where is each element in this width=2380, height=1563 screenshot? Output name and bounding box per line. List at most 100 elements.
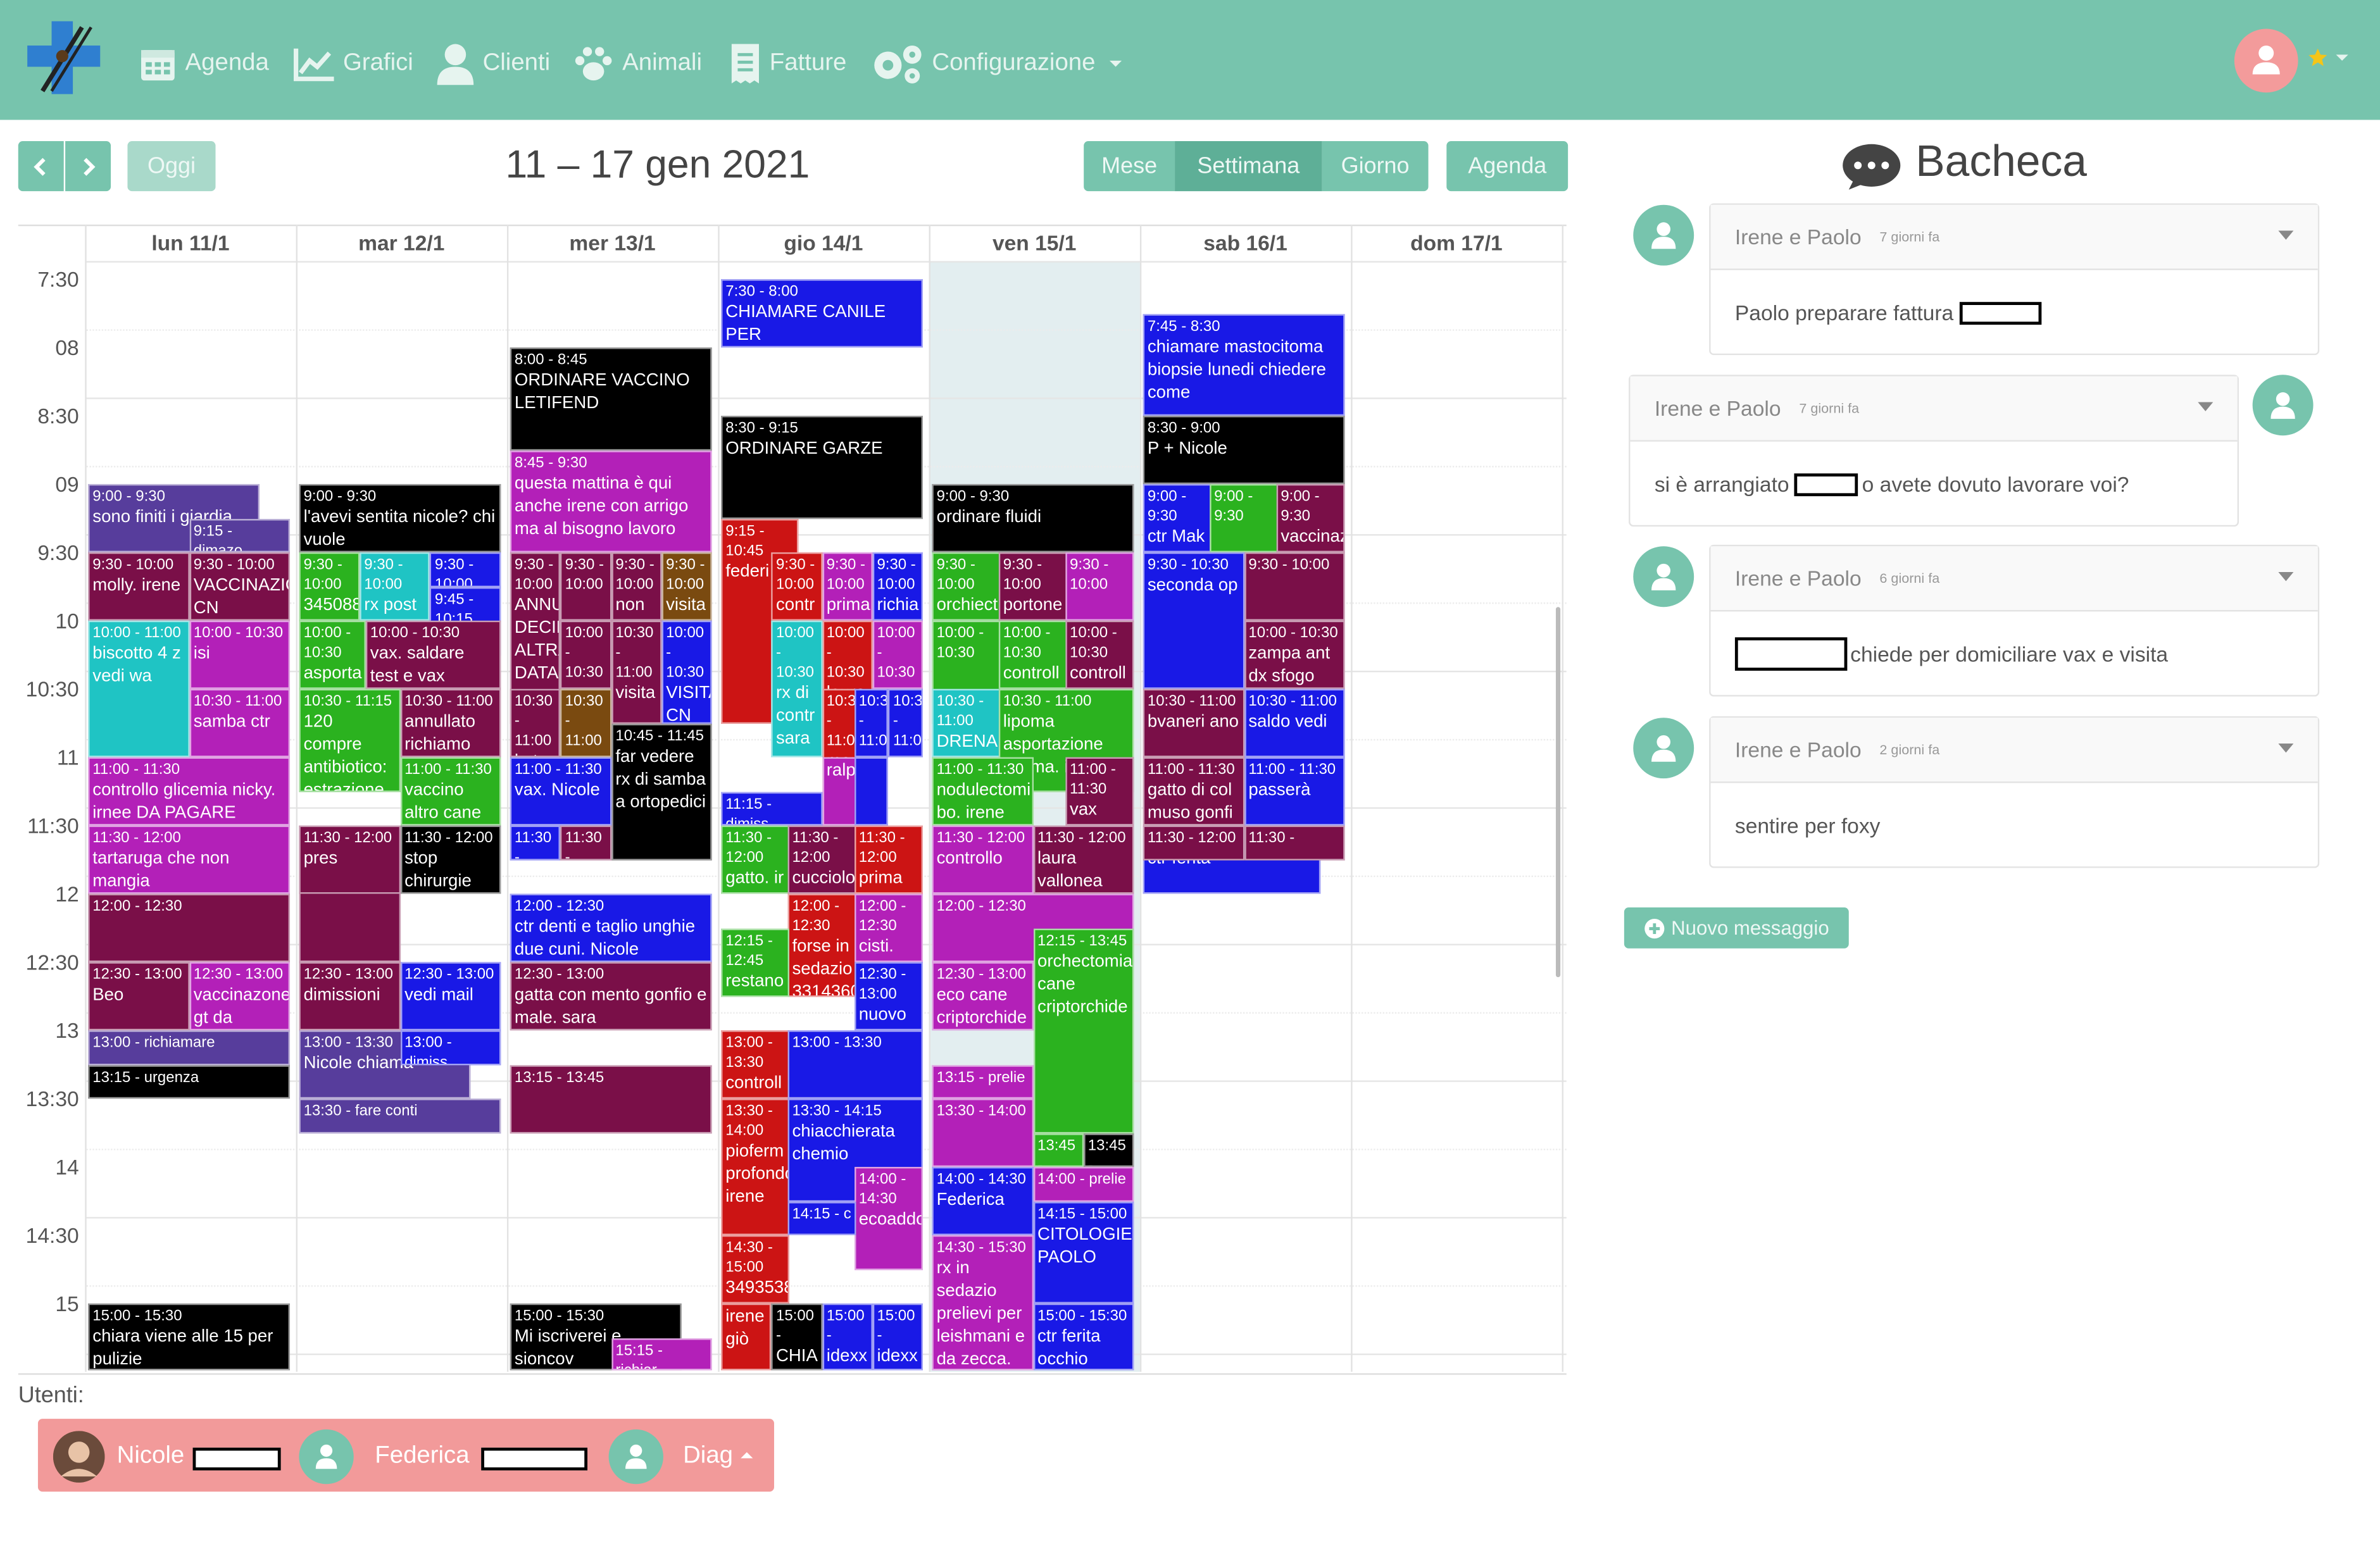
calendar-event[interactable]: 10:00 - 10:30 bbox=[560, 620, 611, 689]
calendar-event[interactable]: 14:15 - 15:00 CITOLOGIE PAOLO bbox=[1032, 1201, 1134, 1304]
calendar-event[interactable]: 11:00 - 11:30 controllo glicemia nicky. i… bbox=[88, 757, 291, 826]
calendar-event[interactable]: 9:30 - 10:00rx post op bbox=[360, 552, 430, 621]
calendar-event[interactable]: 12:00 - 12:30cisti. irene bbox=[854, 894, 923, 962]
calendar-event[interactable]: 12:30 - 13:00 dimissioni bbox=[299, 962, 400, 1031]
user-menu[interactable] bbox=[2234, 28, 2362, 93]
calendar-event[interactable]: 10:30 - 11:00 vax gattner bbox=[854, 688, 889, 757]
caret-down-icon[interactable] bbox=[2278, 744, 2294, 753]
calendar-event[interactable]: 10:30 - 11:00 annullato richiamo bbox=[399, 688, 501, 757]
calendar-event[interactable]: 9:30 - 10:00prima vaccin bbox=[822, 552, 873, 621]
calendar-event[interactable]: 13:45 - bbox=[1032, 1133, 1084, 1168]
calendar-event[interactable]: 9:30 - 10:00 345088 bbox=[299, 552, 360, 621]
calendar-event[interactable]: 9:30 - 10:00 bbox=[430, 552, 501, 587]
calendar-event[interactable]: 8:00 - 8:45 ORDINARE VACCINO LETIFEND bbox=[510, 347, 712, 451]
calendar-event[interactable]: 14:30 - 15:00 3493538 bbox=[721, 1235, 790, 1304]
calendar-event[interactable]: 11:00 - 11:30 vax richiam bbox=[1065, 757, 1134, 826]
calendar-event[interactable]: 13:30 - fare conti bbox=[299, 1099, 501, 1133]
calendar-event[interactable]: 9:00 - 9:30 ctr Mak Nicole bbox=[1143, 483, 1212, 552]
calendar-event[interactable]: 9:30 - 10:30 seconda op bbox=[1143, 552, 1244, 689]
calendar-event[interactable]: 10:30 - 11:00 visita bbox=[611, 620, 661, 723]
view-day-button[interactable]: Giorno bbox=[1322, 141, 1429, 192]
calendar-event[interactable]: 10:00 - 10:30 vax. saldare test e vax bbox=[365, 620, 501, 689]
calendar-event[interactable]: 10:00 - 10:30 isi bbox=[189, 620, 291, 689]
calendar-event[interactable]: 12:00 - 12:30 ctr denti e taglio unghie d… bbox=[510, 894, 712, 962]
day-header[interactable]: gio 14/1 bbox=[718, 225, 929, 261]
calendar-event[interactable]: 12:30 - 13:00 eco cane criptorchide bbox=[932, 962, 1033, 1031]
calendar-event[interactable]: 10:00 - 10:30 zampa ant dx sfogo bbox=[1244, 620, 1345, 689]
user-name-diag[interactable]: Diag bbox=[683, 1443, 733, 1470]
calendar-event[interactable]: 11:30 - 12:00 stop chirurgie bbox=[399, 825, 501, 894]
calendar-event[interactable]: 9:30 - 10:00 bbox=[1065, 552, 1134, 621]
calendar-event[interactable]: 10:00 - 11:00 biscotto 4 z vedi wa bbox=[88, 620, 189, 757]
calendar-event[interactable]: 11:30 - 12:00 bbox=[560, 825, 611, 860]
calendar-scrollbar[interactable] bbox=[1555, 607, 1561, 978]
nav-fatture[interactable]: Fatture bbox=[727, 38, 846, 90]
calendar-event[interactable]: 13:30 - 14:00 bbox=[932, 1099, 1033, 1168]
nav-clienti[interactable]: Clienti bbox=[434, 38, 550, 90]
calendar-event[interactable]: 9:00 - 9:30 l'avevi sentita nicole? chi v… bbox=[299, 483, 501, 552]
calendar-event[interactable]: 15:00 - CHIA VIENE bbox=[771, 1303, 822, 1371]
calendar-event[interactable]: 10:30 - 11:00 samba ctr bbox=[189, 688, 291, 757]
calendar-event[interactable]: 10:30 - 11:00 acc bbox=[888, 688, 923, 757]
calendar-event[interactable]: 12:00 - 12:30 bbox=[88, 894, 291, 962]
calendar-event[interactable]: 11:30 - 12:00 laura vallonea bbox=[1032, 825, 1134, 894]
calendar-event[interactable]: 10:45 - 11:45 far vedere rx di samba a or… bbox=[611, 723, 712, 860]
calendar-event[interactable]: 12:30 - 13:00 Beo bbox=[88, 962, 189, 1031]
calendar-event[interactable]: 15:00 - idexx bbox=[822, 1303, 873, 1371]
calendar-event[interactable]: 11:00 - 11:30 passerà bbox=[1244, 757, 1345, 826]
calendar-event[interactable]: 13:15 - urgenza bbox=[88, 1064, 291, 1099]
calendar-event[interactable]: 12:30 - 13:00 nuovo cliente bbox=[854, 962, 923, 1031]
calendar-event[interactable]: ralph bbox=[822, 757, 856, 826]
calendar-event[interactable]: 9:30 - 10:00 molly. irene bbox=[88, 552, 189, 621]
calendar-event[interactable]: 9:30 - 10:00 bbox=[1244, 552, 1345, 621]
calendar-event[interactable]: 9:30 - 10:00 bbox=[560, 552, 611, 621]
view-month-button[interactable]: Mese bbox=[1084, 141, 1175, 192]
calendar-event[interactable]: 9:30 - 10:00richia vax bbox=[872, 552, 923, 621]
caret-up-icon[interactable] bbox=[739, 1449, 755, 1461]
day-header[interactable]: lun 11/1 bbox=[85, 225, 296, 261]
caret-down-icon[interactable] bbox=[2198, 402, 2214, 411]
calendar-event[interactable]: 11:30 - 12:00 pres bbox=[299, 825, 400, 894]
calendar-event[interactable]: 12:30 - 13:00 vedi mail bbox=[399, 962, 501, 1031]
calendar-event[interactable]: 9:30 - 10:00portone buffy bbox=[998, 552, 1068, 621]
caret-down-icon[interactable] bbox=[2278, 572, 2294, 582]
calendar-event[interactable]: 10:30 - 11:00 hct bbox=[510, 688, 561, 757]
calendar-event[interactable]: 11:30 - 12:00 prima visita e bbox=[854, 825, 923, 894]
calendar-event[interactable]: 8:30 - 9:00 P + Nicole bbox=[1143, 416, 1345, 484]
calendar-event[interactable]: 13:15 - prelie bbox=[932, 1064, 1033, 1099]
day-header[interactable]: mar 12/1 bbox=[296, 225, 507, 261]
nav-agenda[interactable]: Agenda bbox=[137, 38, 269, 90]
calendar-event[interactable]: 12:00 - 12:30 forse in sedazio 3314360 bbox=[787, 894, 856, 997]
calendar-event[interactable]: 10:00 - 10:30asporta lipoma bbox=[299, 620, 366, 689]
day-header[interactable]: ven 15/1 bbox=[929, 225, 1140, 261]
day-header[interactable]: mer 13/1 bbox=[507, 225, 718, 261]
calendar-event[interactable]: 13:00 - dimiss bbox=[399, 1030, 501, 1065]
calendar-event[interactable]: 12:15 - 13:45 orchectomia cane criptorchi… bbox=[1032, 928, 1134, 1133]
calendar-event[interactable]: 10:30 - 11:00 DRENA bbox=[932, 688, 1001, 757]
calendar-event[interactable]: 9:00 - 9:30 ordinare fluidi bbox=[932, 483, 1134, 552]
calendar-event[interactable]: 9:30 - 10:00orchiect gino. Nicole bbox=[932, 552, 1001, 621]
new-message-button[interactable]: Nuovo messaggio bbox=[1624, 907, 1849, 949]
calendar-event[interactable]: 10:30 - 11:00 saldo vedi bbox=[1244, 688, 1345, 757]
calendar-event[interactable]: 9:30 - 10:00non appor bbox=[611, 552, 661, 621]
calendar-event[interactable]: 9:00 - 9:30 bbox=[1209, 483, 1279, 552]
calendar-event[interactable]: 11:30 - 12:00 gatto. ir bbox=[721, 825, 790, 894]
calendar-event[interactable]: 11:00 - 11:30 vax. Nicole bbox=[510, 757, 611, 826]
user-name-nicole[interactable]: Nicole bbox=[117, 1443, 185, 1470]
calendar-event[interactable] bbox=[854, 757, 889, 826]
calendar-event[interactable]: 12:15 - 12:45 restano pagare bbox=[721, 928, 790, 997]
calendar-event[interactable]: 11:30 - 12:00 tartaruga che non mangia bbox=[88, 825, 291, 894]
calendar-event[interactable]: 11:00 - 11:30 gatto di col muso gonfi bbox=[1143, 757, 1244, 826]
app-logo[interactable] bbox=[22, 18, 106, 100]
user-name-federica[interactable]: Federica bbox=[375, 1443, 469, 1470]
calendar-event[interactable]: 11:00 - 11:30 nodulectomi bo. irene bbox=[932, 757, 1033, 826]
calendar-event[interactable]: 13:30 - 14:00 pioferm profondo irene bbox=[721, 1099, 790, 1235]
day-header[interactable]: dom 17/1 bbox=[1351, 225, 1562, 261]
calendar-event[interactable]: 12:30 - 13:00 gatta con mento gonfio e ma… bbox=[510, 962, 712, 1031]
nav-animali[interactable]: Animali bbox=[571, 38, 702, 90]
calendar-event[interactable]: 9:30 - 10:00visita Claudia bbox=[661, 552, 712, 621]
calendar-event[interactable]: 12:30 - 13:00 vaccinazone gt da bbox=[189, 962, 291, 1031]
calendar-event[interactable]: 9:00 - 9:30 vaccinaz carolina bbox=[1276, 483, 1345, 552]
calendar-event[interactable]: 9:30 - 10:00 contr bbox=[771, 552, 822, 621]
calendar-event[interactable]: irene giò bbox=[721, 1303, 772, 1371]
